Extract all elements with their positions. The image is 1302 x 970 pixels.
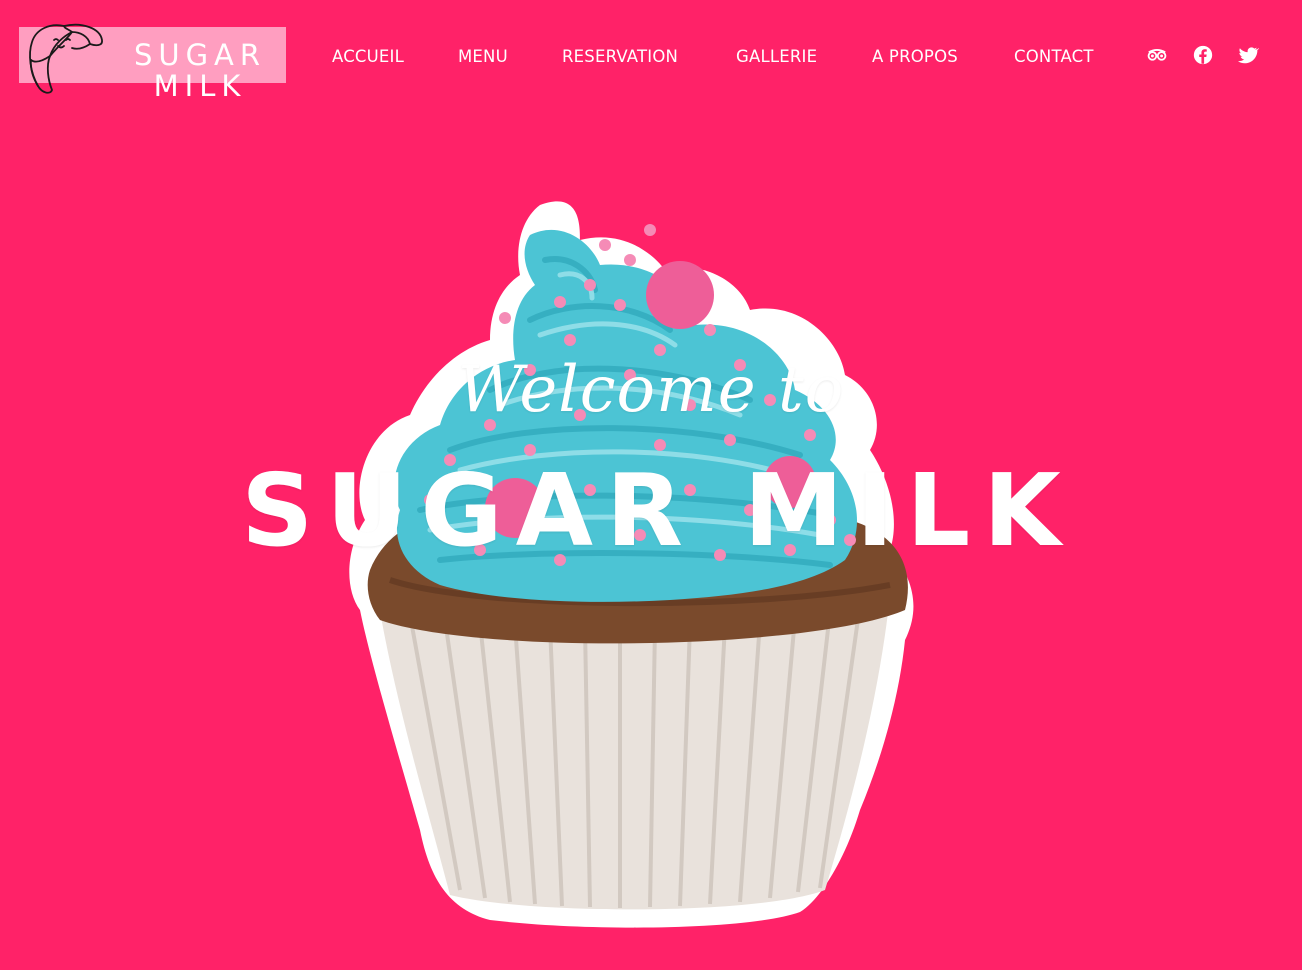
nav-item-gallerie[interactable]: GALLERIE <box>736 45 817 69</box>
hero-title: SUGAR MILK <box>241 452 1074 569</box>
twitter-icon[interactable] <box>1237 44 1259 66</box>
tripadvisor-icon[interactable] <box>1146 44 1168 66</box>
nav-item-a-propos[interactable]: A PROPOS <box>872 45 958 69</box>
brand-name-line1[interactable]: SUGAR <box>122 40 272 70</box>
croissant-icon[interactable] <box>24 20 106 100</box>
nav-item-reservation[interactable]: RESERVATION <box>562 45 678 69</box>
facebook-icon[interactable] <box>1192 44 1214 66</box>
nav-item-accueil[interactable]: ACCUEIL <box>332 45 404 69</box>
hero-welcome-text: Welcome to <box>457 353 845 427</box>
brand-name-line2[interactable]: MILK <box>122 71 272 101</box>
nav-item-menu[interactable]: MENU <box>458 45 508 69</box>
nav-item-contact[interactable]: CONTACT <box>1014 45 1094 69</box>
